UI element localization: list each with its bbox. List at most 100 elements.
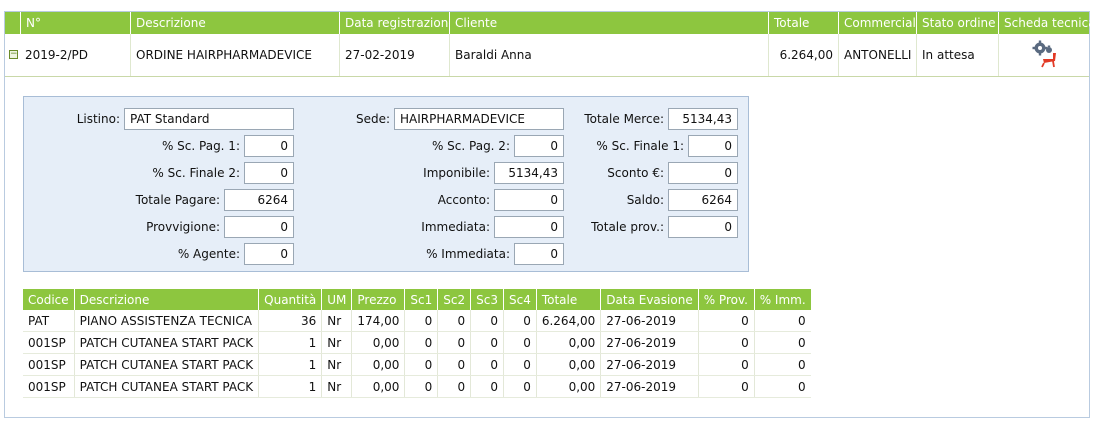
- totale-merce-field[interactable]: [668, 108, 738, 130]
- items-col-descrizione[interactable]: Descrizione: [73, 289, 259, 310]
- agente-label: % Agente:: [177, 247, 240, 261]
- sconto-eur-label: Sconto €:: [607, 166, 664, 180]
- totale-merce-label: Totale Merce:: [584, 112, 664, 126]
- listino-label: Listino:: [76, 112, 120, 126]
- header-cliente[interactable]: Cliente: [449, 12, 768, 34]
- item-sc1: 0: [404, 375, 438, 398]
- sc-finale-1-field[interactable]: [688, 135, 738, 157]
- item-perc-imm: 0: [753, 375, 811, 398]
- acconto-field[interactable]: [494, 189, 564, 211]
- immediata-label: Immediata:: [421, 220, 490, 234]
- order-cliente: Baraldi Anna: [449, 34, 768, 76]
- saldo-field[interactable]: [668, 189, 738, 211]
- item-sc3: 0: [470, 331, 504, 354]
- item-sc2: 0: [437, 310, 471, 332]
- totale-pagare-field[interactable]: [224, 189, 294, 211]
- item-prezzo: 0,00: [351, 331, 405, 354]
- item-codice: 001SP: [23, 375, 75, 398]
- items-col-codice[interactable]: Codice: [23, 289, 75, 310]
- imponibile-field[interactable]: [494, 162, 564, 184]
- item-sc2: 0: [437, 353, 471, 376]
- table-row[interactable]: 001SP PATCH CUTANEA START PACK 1 Nr 0,00…: [23, 331, 811, 354]
- sede-label: Sede:: [355, 112, 390, 126]
- item-perc-imm: 0: [753, 353, 811, 376]
- item-sc4: 0: [502, 331, 537, 354]
- scheda-tecnica-button[interactable]: [1031, 39, 1059, 69]
- saldo-label: Saldo:: [626, 193, 664, 207]
- sc-pag-1-label: % Sc. Pag. 1:: [161, 139, 240, 153]
- order-stato: In attesa: [916, 34, 998, 76]
- items-header-row: Codice Descrizione Quantità UM Prezzo Sc…: [23, 289, 811, 310]
- provvigione-label: Provvigione:: [146, 220, 220, 234]
- item-um: Nr: [321, 353, 352, 376]
- provvigione-field[interactable]: [224, 216, 294, 238]
- item-sc2: 0: [437, 331, 471, 354]
- header-data-registrazione[interactable]: Data registrazione: [339, 12, 449, 34]
- header-totale[interactable]: Totale: [768, 12, 838, 34]
- item-data-evasione: 27-06-2019: [600, 375, 699, 398]
- item-sc4: 0: [502, 353, 537, 376]
- item-totale: 0,00: [535, 353, 601, 376]
- item-um: Nr: [321, 331, 352, 354]
- sede-field[interactable]: [394, 108, 564, 130]
- item-perc-prov: 0: [697, 331, 755, 354]
- item-codice: 001SP: [23, 353, 75, 376]
- item-sc1: 0: [404, 353, 438, 376]
- listino-field[interactable]: [124, 108, 294, 130]
- item-sc4: 0: [502, 310, 537, 332]
- order-header-row: N° Descrizione Data registrazione Client…: [5, 12, 1091, 34]
- item-prezzo: 174,00: [351, 310, 405, 332]
- item-prezzo: 0,00: [351, 353, 405, 376]
- order-totale: 6.264,00: [768, 34, 838, 76]
- header-stato-ordine[interactable]: Stato ordine: [916, 12, 998, 34]
- order-commerciale: ANTONELLI: [838, 34, 916, 76]
- item-data-evasione: 27-06-2019: [600, 310, 699, 332]
- immediata-field[interactable]: [494, 216, 564, 238]
- sc-finale-1-label: % Sc. Finale 1:: [596, 139, 684, 153]
- items-col-sc1[interactable]: Sc1: [404, 289, 438, 310]
- items-col-totale[interactable]: Totale: [535, 289, 601, 310]
- item-prezzo: 0,00: [351, 375, 405, 398]
- order-data: 27-02-2019: [339, 34, 449, 76]
- sc-finale-2-field[interactable]: [244, 162, 294, 184]
- sc-pag-2-field[interactable]: [514, 135, 564, 157]
- perc-immediata-field[interactable]: [514, 243, 564, 265]
- items-col-perc-prov[interactable]: % Prov.: [697, 289, 755, 310]
- items-col-sc4[interactable]: Sc4: [502, 289, 537, 310]
- order-items-table: Codice Descrizione Quantità UM Prezzo Sc…: [23, 289, 811, 398]
- table-row[interactable]: PAT PIANO ASSISTENZA TECNICA 36 Nr 174,0…: [23, 310, 811, 332]
- items-col-perc-imm[interactable]: % Imm.: [753, 289, 811, 310]
- sc-pag-1-field[interactable]: [244, 135, 294, 157]
- item-sc3: 0: [470, 375, 504, 398]
- items-col-sc2[interactable]: Sc2: [437, 289, 471, 310]
- item-sc3: 0: [470, 353, 504, 376]
- totale-prov-field[interactable]: [668, 216, 738, 238]
- table-row[interactable]: 001SP PATCH CUTANEA START PACK 1 Nr 0,00…: [23, 353, 811, 376]
- items-col-sc3[interactable]: Sc3: [470, 289, 504, 310]
- items-col-data-evasione[interactable]: Data Evasione: [600, 289, 699, 310]
- order-row[interactable]: − 2019-2/PD ORDINE HAIRPHARMADEVICE 27-0…: [5, 34, 1089, 77]
- header-descrizione[interactable]: Descrizione: [130, 12, 339, 34]
- totale-prov-label: Totale prov.:: [591, 220, 664, 234]
- items-col-um[interactable]: UM: [321, 289, 352, 310]
- sc-finale-2-label: % Sc. Finale 2:: [152, 166, 240, 180]
- header-commerciale[interactable]: Commerciale: [838, 12, 916, 34]
- items-col-quantita[interactable]: Quantità: [258, 289, 322, 310]
- collapse-toggle-icon[interactable]: −: [9, 50, 18, 59]
- item-descrizione: PATCH CUTANEA START PACK: [73, 375, 259, 398]
- item-data-evasione: 27-06-2019: [600, 331, 699, 354]
- header-scheda-tecnica[interactable]: Scheda tecnica: [998, 12, 1091, 34]
- item-perc-prov: 0: [697, 310, 755, 332]
- perc-immediata-label: % Immediata:: [426, 247, 510, 261]
- item-quantita: 1: [258, 331, 322, 354]
- item-perc-imm: 0: [753, 310, 811, 332]
- item-data-evasione: 27-06-2019: [600, 353, 699, 376]
- agente-field[interactable]: [244, 243, 294, 265]
- header-numero[interactable]: N°: [20, 12, 130, 34]
- table-row[interactable]: 001SP PATCH CUTANEA START PACK 1 Nr 0,00…: [23, 375, 811, 398]
- item-codice: PAT: [23, 310, 75, 332]
- items-col-prezzo[interactable]: Prezzo: [351, 289, 405, 310]
- item-sc3: 0: [470, 310, 504, 332]
- order-descrizione: ORDINE HAIRPHARMADEVICE: [130, 34, 339, 76]
- sconto-eur-field[interactable]: [668, 162, 738, 184]
